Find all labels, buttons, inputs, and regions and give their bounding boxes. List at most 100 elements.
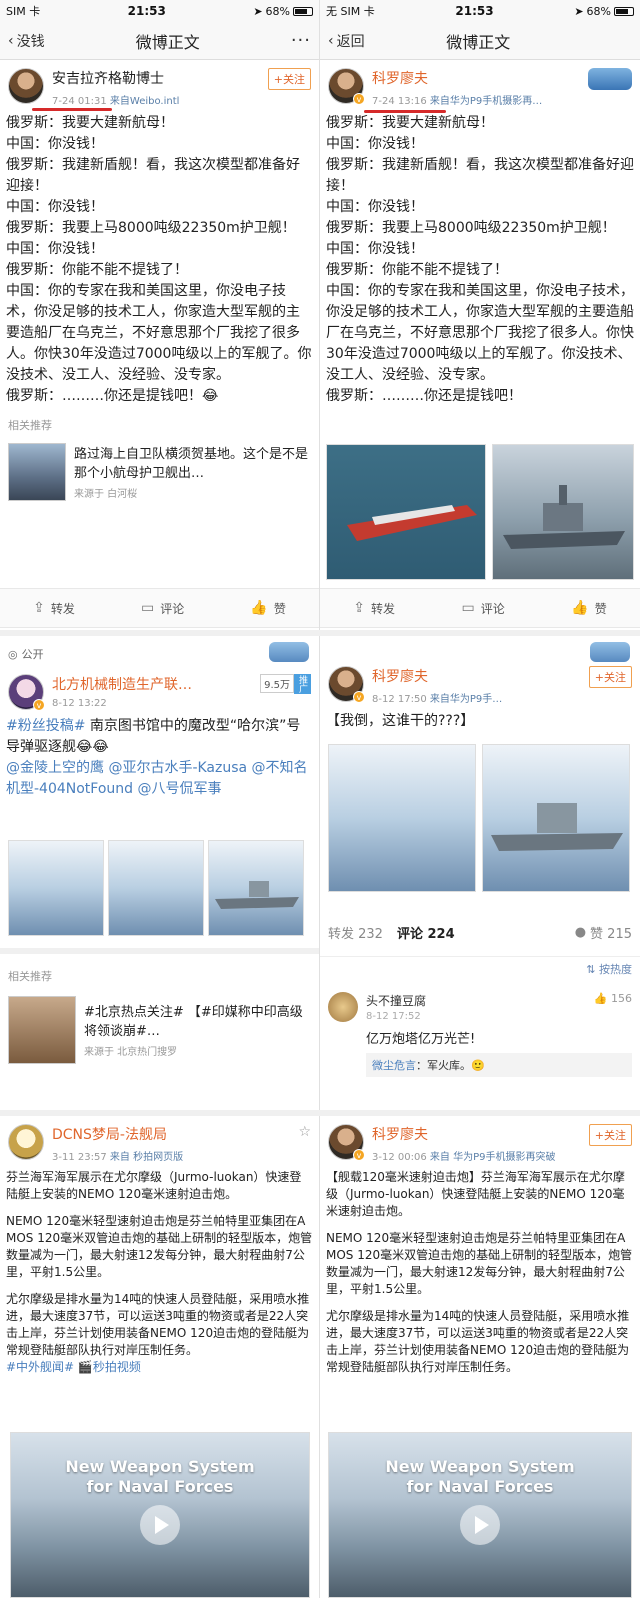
video-title: New Weapon System for Naval Forces [385,1457,575,1496]
like-button[interactable]: 👍 赞 [571,600,606,617]
comment-item: 头不撞豆腐 👍 156 8-12 17:52 亿万炮塔亿万光芒! 微尘危言：军火… [320,984,640,1085]
post-body: 俄罗斯：我要大建新航母！ 中国：你没钱！ 俄罗斯：我建新盾舰！看，我这次模型都准… [320,111,640,407]
verified-badge-icon: v [353,1149,365,1161]
post-header: v 科罗廖夫 7-24 13:16 来自华为P9手机摄影再… [320,60,640,113]
reply-username[interactable]: 微尘危言 [372,1059,416,1072]
paragraph-1: 【舰载120毫米速射迫击炮】芬兰海军海军展示在尤尔摩级（Jurmo-luokan… [326,1170,625,1218]
paragraph-3: 尤尔摩级是排水量为14吨的快速人员登陆艇，采用喷水推进，最大速度37节，可以运送… [326,1309,630,1374]
body-line: 中国：你没钱！ [326,136,424,152]
comment-button[interactable]: ▭ 评论 [462,600,505,617]
ship-photo-grey[interactable] [492,444,634,580]
post-source: 来自 华为P9手机摄影再突破 [429,1152,556,1163]
sort-label: 按热度 [599,963,632,976]
body-line: 俄罗斯：我建新盾舰！看，我这次模型都准备好迎接！ [6,157,300,194]
status-bar: 无 SIM 卡 21:53 ➤ 68% [320,0,640,22]
body-line: 俄罗斯：你能不能不提钱了！ [6,262,188,278]
avatar[interactable]: v [328,68,365,105]
play-icon[interactable] [140,1505,180,1545]
post-body: #粉丝投稿# 南京图书馆中的魔改型“哈尔滨”号导弹驱逐舰😂😂 @金陵上空的鹰 @… [0,714,319,800]
username[interactable]: 科罗廖夫 [372,68,588,88]
nav-bar: ‹ 返回 微博正文 [320,22,640,60]
thumb-up-icon: 👍 [593,992,608,1005]
like-button[interactable]: 👍 赞 [250,600,285,617]
reply-text: ：军火库。🙂 [416,1059,485,1072]
paragraph-1: 芬兰海军海军展示在尤尔摩级（Jurmo-luokan）快速登陆艇上安装的NEMO… [6,1170,302,1201]
body-line: 中国：你没钱！ [326,199,424,215]
related-item[interactable]: 路过海上自卫队横须贺基地。这个是不是那个小航母护卫舰出… 来源于 白河桜 [0,439,319,505]
repost-label: 转发 [50,601,75,616]
post-date: 8-12 17:50 [372,694,427,705]
avatar[interactable] [8,68,44,104]
paragraph-3: 尤尔摩级是排水量为14吨的快速人员登陆艇，采用喷水推进，最大速度37节，可以运送… [6,1292,310,1357]
body-line: 俄罗斯：………你还是提钱吧！😂 [6,388,219,404]
video-player[interactable]: New Weapon System for Naval Forces [10,1432,310,1598]
repost-button[interactable]: ⇪ 转发 [353,600,395,617]
chevron-left-icon: ‹ [328,32,334,49]
photo-1[interactable] [8,840,104,936]
avatar[interactable]: v [8,674,45,711]
more-button[interactable]: ··· [291,30,311,51]
back-button[interactable]: ‹ 返回 [328,31,365,51]
photo-2[interactable] [482,744,630,892]
boat-sticker-icon [588,68,632,90]
nav-title: 微博正文 [446,32,511,52]
comment-time: 8-12 17:52 [366,1011,421,1022]
comment-avatar[interactable] [328,992,358,1022]
username[interactable]: DCNS梦局-法舰局 [52,1124,298,1144]
repost-button[interactable]: ⇪ 转发 [33,600,75,617]
ship-red-illustration [347,505,477,541]
post-source: 来自 秒拍网页版 [109,1152,184,1163]
avatar[interactable]: v [328,666,365,703]
tabs-row: 转发 232 评论 224 ● 赞 215 [320,912,640,952]
photo-1[interactable] [328,744,476,892]
thumb-up-icon: 👍 [250,600,268,616]
post-header: DCNS梦局-法舰局 3-11 23:57 来自 秒拍网页版 ☆ [0,1116,319,1167]
follow-button[interactable]: +关注 [267,68,311,90]
post-source: 来自Weibo.intl [109,96,180,107]
post-date: 7-24 01:31 [52,96,107,107]
photo-2[interactable] [108,840,204,936]
play-icon[interactable] [460,1505,500,1545]
action-bar: ⇪ 转发 ▭ 评论 👍 赞 [0,588,319,628]
post-date: 3-12 00:06 [372,1152,427,1163]
back-button[interactable]: ‹ 没钱 [8,31,45,51]
comment-like-button[interactable]: 👍 156 [594,992,632,1009]
tab-repost[interactable]: 转发 232 [328,923,383,942]
hashtag-link[interactable]: #粉丝投稿# [6,718,85,734]
ship-model-illustration [491,803,623,851]
username[interactable]: 安吉拉齐格勒博士 [52,68,268,88]
username[interactable]: 北方机械制造生产联… [52,674,260,694]
comment-username[interactable]: 头不撞豆腐 [366,992,426,1009]
post-header: v 科罗廖夫 3-12 00:06 来自 华为P9手机摄影再突破 +关注 [320,1116,640,1167]
tab-comment[interactable]: 评论 224 [397,923,455,942]
row-separator [0,1110,640,1116]
star-icon[interactable]: ☆ [298,1124,311,1140]
ship-photo-red[interactable] [326,444,486,580]
username[interactable]: 科罗廖夫 [372,1124,589,1144]
post-header: v 科罗廖夫 8-12 17:50 来自华为P9手… +关注 [320,636,640,709]
related-item[interactable]: #北京热点关注# 【#印媒称中印高级将领谈崩#… 来源于 北京热门搜罗 [0,992,319,1068]
ship-grey-illustration [503,485,625,549]
repost-icon: ⇪ [353,600,365,616]
username[interactable]: 科罗廖夫 [372,666,589,686]
verified-badge-icon: v [33,699,45,711]
follow-button[interactable]: +关注 [588,1124,632,1146]
video-player[interactable]: New Weapon System for Naval Forces [328,1432,632,1598]
red-underline-mark [32,108,112,111]
avatar[interactable] [8,1124,44,1160]
tab-like[interactable]: ● 赞 215 [575,923,632,942]
sort-toggle[interactable]: ⇅ 按热度 [320,956,640,981]
chevron-left-icon: ‹ [8,32,14,49]
comment-button[interactable]: ▭ 评论 [141,600,184,617]
body-line: 俄罗斯：我要上马8000吨级22350m护卫舰！ [6,220,296,236]
post-header: 安吉拉齐格勒博士 7-24 01:31 来自Weibo.intl +关注 [0,60,319,111]
photo-3[interactable] [208,840,304,936]
hashtag-links[interactable]: #中外舰闻# 🎬秒拍视频 [6,1359,313,1376]
follow-button[interactable]: +关注 [588,666,632,688]
avatar[interactable]: v [328,1124,365,1161]
status-bar: SIM 卡 21:53 ➤ 68% [0,0,319,22]
back-label: 返回 [336,33,365,50]
red-underline-mark [364,110,446,113]
mentions-links[interactable]: @金陵上空的鹰 @亚尔古水手-Kazusa @不知名机型-404NotFound… [6,758,313,800]
comment-reply[interactable]: 微尘危言：军火库。🙂 [366,1053,632,1077]
